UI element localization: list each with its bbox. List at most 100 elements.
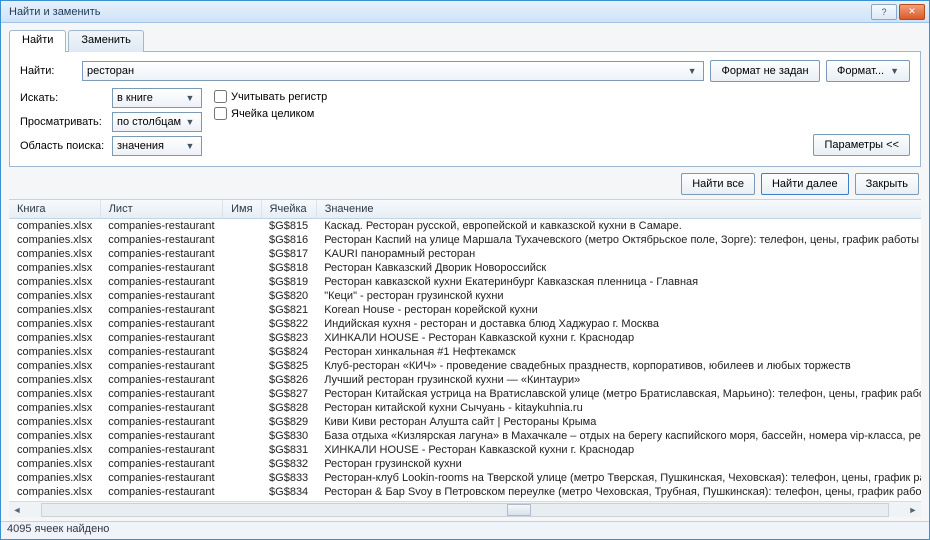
cell-value: Клуб-ресторан «КИЧ» - проведение свадебн… bbox=[316, 359, 921, 373]
cell-cell: $G$820 bbox=[261, 289, 316, 303]
cell-cell: $G$832 bbox=[261, 457, 316, 471]
format-status: Формат не задан bbox=[710, 60, 820, 82]
cell-value: Ресторан Кавказский Дворик Новороссийск bbox=[316, 261, 921, 275]
tab-find[interactable]: Найти bbox=[9, 30, 66, 52]
cell-name bbox=[223, 429, 261, 443]
horizontal-scrollbar[interactable]: ◄ ► bbox=[9, 501, 921, 517]
format-button[interactable]: Формат...▼ bbox=[826, 60, 910, 82]
table-row[interactable]: companies.xlsxcompanies-restaurant$G$829… bbox=[9, 415, 921, 429]
table-row[interactable]: companies.xlsxcompanies-restaurant$G$815… bbox=[9, 219, 921, 234]
table-row[interactable]: companies.xlsxcompanies-restaurant$G$826… bbox=[9, 373, 921, 387]
table-row[interactable]: companies.xlsxcompanies-restaurant$G$830… bbox=[9, 429, 921, 443]
search-in-label: Искать: bbox=[20, 92, 106, 104]
cell-value: KAURI панорамный ресторан bbox=[316, 247, 921, 261]
options-button[interactable]: Параметры << bbox=[813, 134, 910, 156]
match-case-checkbox[interactable]: Учитывать регистр bbox=[214, 90, 327, 103]
scroll-left-icon[interactable]: ◄ bbox=[9, 505, 25, 515]
cell-sheet: companies-restaurant bbox=[100, 289, 222, 303]
action-buttons: Найти все Найти далее Закрыть bbox=[9, 167, 921, 199]
cell-value: Ресторан кавказской кухни Екатеринбург К… bbox=[316, 275, 921, 289]
cell-name bbox=[223, 443, 261, 457]
cell-cell: $G$826 bbox=[261, 373, 316, 387]
table-row[interactable]: companies.xlsxcompanies-restaurant$G$827… bbox=[9, 387, 921, 401]
cell-cell: $G$818 bbox=[261, 261, 316, 275]
chevron-down-icon: ▼ bbox=[183, 141, 197, 151]
col-cell[interactable]: Ячейка bbox=[261, 200, 316, 219]
cell-value: ХИНКАЛИ HOUSE - Ресторан Кавказской кухн… bbox=[316, 331, 921, 345]
cell-sheet: companies-restaurant bbox=[100, 485, 222, 499]
window-close-button[interactable]: ✕ bbox=[899, 4, 925, 20]
cell-sheet: companies-restaurant bbox=[100, 219, 222, 234]
cell-value: Ресторан китайской кухни Сычуань - kitay… bbox=[316, 401, 921, 415]
help-button[interactable]: ? bbox=[871, 4, 897, 20]
area-label: Область поиска: bbox=[20, 140, 106, 152]
cell-sheet: companies-restaurant bbox=[100, 401, 222, 415]
table-row[interactable]: companies.xlsxcompanies-restaurant$G$832… bbox=[9, 457, 921, 471]
col-sheet[interactable]: Лист bbox=[100, 200, 222, 219]
find-input[interactable]: ресторан ▼ bbox=[82, 61, 704, 81]
cell-book: companies.xlsx bbox=[9, 219, 100, 234]
table-row[interactable]: companies.xlsxcompanies-restaurant$G$822… bbox=[9, 317, 921, 331]
table-row[interactable]: companies.xlsxcompanies-restaurant$G$831… bbox=[9, 443, 921, 457]
search-in-combo[interactable]: в книге▼ bbox=[112, 88, 202, 108]
table-row[interactable]: companies.xlsxcompanies-restaurant$G$823… bbox=[9, 331, 921, 345]
cell-sheet: companies-restaurant bbox=[100, 387, 222, 401]
results-area: Книга Лист Имя Ячейка Значение companies… bbox=[9, 199, 921, 517]
table-row[interactable]: companies.xlsxcompanies-restaurant$G$816… bbox=[9, 233, 921, 247]
cell-cell: $G$829 bbox=[261, 415, 316, 429]
table-row[interactable]: companies.xlsxcompanies-restaurant$G$824… bbox=[9, 345, 921, 359]
cell-value: Korean House - ресторан корейской кухни bbox=[316, 303, 921, 317]
cell-sheet: companies-restaurant bbox=[100, 331, 222, 345]
cell-cell: $G$830 bbox=[261, 429, 316, 443]
cell-name bbox=[223, 345, 261, 359]
cell-name bbox=[223, 401, 261, 415]
cell-value: Ресторан Китайская устрица на Вратиславс… bbox=[316, 387, 921, 401]
cell-cell: $G$821 bbox=[261, 303, 316, 317]
cell-cell: $G$831 bbox=[261, 443, 316, 457]
cell-book: companies.xlsx bbox=[9, 345, 100, 359]
cell-book: companies.xlsx bbox=[9, 359, 100, 373]
table-row[interactable]: companies.xlsxcompanies-restaurant $G$820… bbox=[9, 289, 921, 303]
col-name[interactable]: Имя bbox=[223, 200, 261, 219]
cell-book: companies.xlsx bbox=[9, 443, 100, 457]
browse-combo[interactable]: по столбцам▼ bbox=[112, 112, 202, 132]
results-grid[interactable]: Книга Лист Имя Ячейка Значение companies… bbox=[9, 200, 921, 501]
find-all-button[interactable]: Найти все bbox=[681, 173, 755, 195]
cell-sheet: companies-restaurant bbox=[100, 373, 222, 387]
col-value[interactable]: Значение bbox=[316, 200, 921, 219]
table-row[interactable]: companies.xlsxcompanies-restaurant$G$834… bbox=[9, 485, 921, 499]
cell-value: Ресторан & Бар Svoy в Петровском переулк… bbox=[316, 485, 921, 499]
whole-cell-checkbox[interactable]: Ячейка целиком bbox=[214, 107, 327, 120]
area-combo[interactable]: значения▼ bbox=[112, 136, 202, 156]
cell-sheet: companies-restaurant bbox=[100, 359, 222, 373]
table-row[interactable]: companies.xlsxcompanies-restaurant$G$818… bbox=[9, 261, 921, 275]
titlebar: Найти и заменить ? ✕ bbox=[1, 1, 929, 23]
cell-cell: $G$828 bbox=[261, 401, 316, 415]
cell-value: Ресторан-клуб Lookin-rooms на Тверской у… bbox=[316, 471, 921, 485]
table-row[interactable]: companies.xlsxcompanies-restaurant$G$821… bbox=[9, 303, 921, 317]
table-row[interactable]: companies.xlsxcompanies-restaurant$G$833… bbox=[9, 471, 921, 485]
cell-sheet: companies-restaurant bbox=[100, 471, 222, 485]
close-button[interactable]: Закрыть bbox=[855, 173, 919, 195]
table-row[interactable]: companies.xlsxcompanies-restaurant $G$828… bbox=[9, 401, 921, 415]
tab-replace[interactable]: Заменить bbox=[68, 30, 143, 52]
cell-value: "Кеци" - ресторан грузинской кухни bbox=[316, 289, 921, 303]
cell-book: companies.xlsx bbox=[9, 401, 100, 415]
table-row[interactable]: companies.xlsxcompanies-restaurant $G$825… bbox=[9, 359, 921, 373]
cell-value: Ресторан Каспий на улице Маршала Тухачев… bbox=[316, 233, 921, 247]
cell-book: companies.xlsx bbox=[9, 289, 100, 303]
cell-value: Киви Киви ресторан Алушта сайт | Рестора… bbox=[316, 415, 921, 429]
scrollbar-thumb[interactable] bbox=[507, 504, 531, 516]
scroll-right-icon[interactable]: ► bbox=[905, 505, 921, 515]
cell-cell: $G$819 bbox=[261, 275, 316, 289]
cell-name bbox=[223, 275, 261, 289]
cell-name bbox=[223, 219, 261, 234]
cell-name bbox=[223, 289, 261, 303]
table-row[interactable]: companies.xlsxcompanies-restaurant$G$819… bbox=[9, 275, 921, 289]
cell-cell: $G$825 bbox=[261, 359, 316, 373]
find-next-button[interactable]: Найти далее bbox=[761, 173, 849, 195]
table-row[interactable]: companies.xlsxcompanies-restaurant$G$817… bbox=[9, 247, 921, 261]
col-book[interactable]: Книга bbox=[9, 200, 100, 219]
cell-cell: $G$822 bbox=[261, 317, 316, 331]
cell-book: companies.xlsx bbox=[9, 233, 100, 247]
